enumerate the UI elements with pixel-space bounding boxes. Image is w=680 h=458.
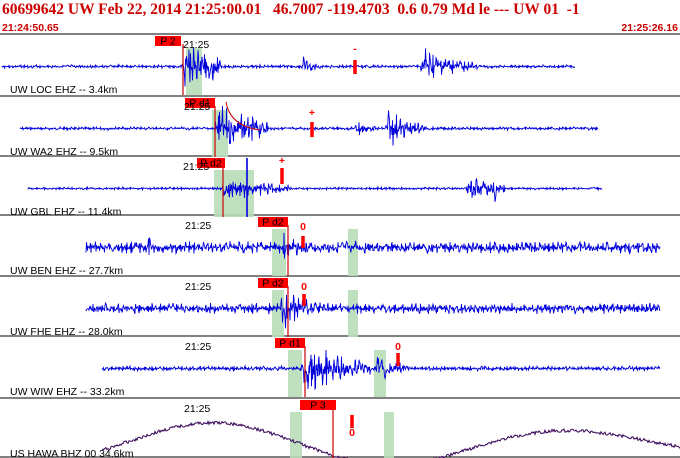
amplitude-symbol: + [279, 155, 285, 167]
minute-tick-label: 21:25 [183, 161, 209, 173]
waveform-trace [85, 294, 661, 329]
station-label: UW GBL EHZ -- 11.4km [10, 206, 122, 218]
s-window-band [384, 412, 394, 458]
minute-tick-label: 21:25 [185, 341, 211, 353]
pick-label: P d2 [262, 217, 284, 229]
minute-tick-label: 21:25 [183, 39, 209, 51]
pick-label: P 3 [310, 400, 326, 412]
waveform-trace [85, 232, 661, 259]
pick-label: P d1 [279, 338, 301, 350]
s-window-band [348, 229, 358, 276]
amplitude-symbol: 0 [300, 221, 306, 233]
station-label: UW WIW EHZ -- 33.2km [10, 386, 125, 398]
waveform-trace [27, 178, 603, 202]
amplitude-symbol: 0 [349, 427, 355, 439]
pick-label: P d2 [262, 278, 284, 290]
amplitude-symbol: 0 [395, 341, 401, 353]
station-label: US HAWA BHZ 00 34.6km [10, 448, 134, 458]
amplitude-symbol: + [309, 107, 315, 119]
s-window-band [290, 412, 302, 458]
waveform-trace [1, 47, 576, 87]
station-label: UW FHE EHZ -- 28.0km [10, 326, 123, 338]
minute-tick-label: 21:25 [184, 101, 210, 113]
minute-tick-label: 21:25 [185, 281, 211, 293]
amplitude-symbol: - [353, 43, 357, 55]
station-label: UW BEN EHZ -- 27.7km [10, 265, 123, 277]
station-label: UW WA2 EHZ -- 9.5km [10, 146, 118, 158]
minute-tick-label: 21:25 [185, 220, 211, 232]
s-window-band [288, 350, 302, 397]
minute-tick-label: 21:25 [184, 403, 210, 415]
amplitude-symbol: 0 [301, 281, 307, 293]
s-window-band [348, 290, 358, 337]
station-label: UW LOC EHZ -- 3.4km [10, 84, 118, 96]
seismogram-panels[interactable]: P 2 - 21:25 UW LOC EHZ -- 3.4km P d1 +21:25 UW… [0, 0, 680, 458]
pick-label: P 2 [160, 36, 176, 48]
